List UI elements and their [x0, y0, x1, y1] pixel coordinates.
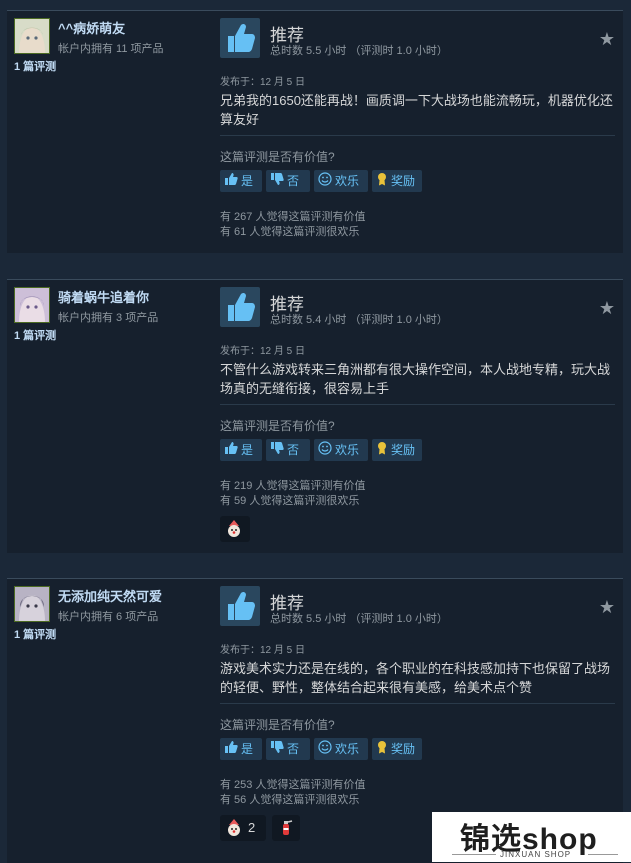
vote-no-button[interactable]: 否	[266, 170, 310, 192]
vote-no-label: 否	[287, 443, 300, 457]
helpful-question: 这篇评测是否有价值?	[220, 718, 335, 732]
award-ribbon-icon	[376, 171, 388, 193]
thumbs-up-icon	[220, 18, 260, 58]
vote-yes-button[interactable]: 是	[220, 439, 262, 461]
award-badge[interactable]	[272, 815, 300, 841]
award-badge[interactable]: 2	[220, 815, 266, 841]
helpful-count: 有 219 人觉得这篇评测有价值	[220, 480, 366, 492]
vote-funny-label: 欢乐	[335, 443, 360, 457]
vote-no-button[interactable]: 否	[266, 738, 310, 760]
playtime: 总时数 5.5 小时 （评测时 1.0 小时）	[270, 45, 448, 57]
products-owned: 帐户内拥有 6 项产品	[58, 611, 159, 623]
vote-funny-button[interactable]: 欢乐	[314, 170, 368, 192]
reviewer-name[interactable]: 骑着蜗牛追着你	[58, 287, 149, 306]
award-button[interactable]: 奖励	[372, 738, 422, 760]
review-card: 骑着蜗牛追着你 帐户内拥有 3 项产品 1 篇评测 推荐 总时数 5.4 小时 …	[7, 279, 623, 553]
award-button[interactable]: 奖励	[372, 439, 422, 461]
helpful-question: 这篇评测是否有价值?	[220, 419, 335, 433]
review-count[interactable]: 1 篇评测	[14, 626, 56, 642]
vote-yes-label: 是	[241, 174, 254, 188]
review-text: 不管什么游戏转来三角洲都有很大操作空间，本人战地专精，玩大战场真的无缝衔接，很容…	[220, 362, 611, 396]
helpful-count: 有 267 人觉得这篇评测有价值	[220, 211, 366, 223]
thumbs-up-icon	[220, 287, 260, 327]
award-label: 奖励	[391, 174, 416, 188]
smiley-icon	[318, 739, 332, 761]
vote-no-button[interactable]: 否	[266, 439, 310, 461]
smiley-icon	[318, 171, 332, 193]
award-button[interactable]: 奖励	[372, 170, 422, 192]
star-icon[interactable]: ★	[599, 598, 615, 616]
avatar[interactable]	[14, 287, 50, 323]
review-text: 游戏美术实力还是在线的，各个职业的在科技感加持下也保留了战场的轻便、野性，整体结…	[220, 661, 611, 695]
star-icon[interactable]: ★	[599, 30, 615, 48]
reviewer-name[interactable]: ^^病娇萌友	[58, 18, 125, 37]
shop-watermark: 锦选shop JINXUAN SHOP	[432, 812, 631, 862]
vote-counts: 有 253 人觉得这篇评测有价值 有 56 人觉得这篇评测很欢乐	[220, 778, 365, 808]
vote-no-label: 否	[287, 742, 300, 756]
thumbs-up-icon	[224, 171, 238, 193]
posted-date: 发布于：12 月 5 日	[220, 346, 306, 357]
playtime: 总时数 5.5 小时 （评测时 1.0 小时）	[270, 613, 448, 625]
avatar[interactable]	[14, 586, 50, 622]
products-owned: 帐户内拥有 11 项产品	[58, 43, 164, 55]
award-count: 2	[248, 820, 256, 835]
thumbs-up-icon	[220, 586, 260, 626]
clown-award-icon	[224, 819, 244, 836]
vote-funny-label: 欢乐	[335, 174, 360, 188]
divider	[220, 404, 615, 405]
award-label: 奖励	[391, 443, 416, 457]
playtime: 总时数 5.4 小时 （评测时 1.0 小时）	[270, 314, 448, 326]
review-card: ^^病娇萌友 帐户内拥有 11 项产品 1 篇评测 推荐 总时数 5.5 小时 …	[7, 10, 623, 253]
vote-funny-button[interactable]: 欢乐	[314, 738, 368, 760]
thumbs-up-icon	[224, 440, 238, 462]
thumbs-up-icon	[224, 739, 238, 761]
vote-counts: 有 219 人觉得这篇评测有价值 有 59 人觉得这篇评测很欢乐	[220, 479, 365, 509]
posted-date: 发布于：12 月 5 日	[220, 645, 306, 656]
avatar[interactable]	[14, 18, 50, 54]
award-label: 奖励	[391, 742, 416, 756]
divider	[452, 854, 496, 855]
review-count[interactable]: 1 篇评测	[14, 58, 56, 74]
reviewer-name[interactable]: 无添加纯天然可爱	[58, 586, 162, 605]
funny-count: 有 61 人觉得这篇评测很欢乐	[220, 226, 360, 238]
thumbs-down-icon	[270, 171, 284, 193]
award-badge[interactable]	[220, 516, 250, 542]
review-text: 兄弟我的1650还能再战！画质调一下大战场也能流畅玩，机器优化还算友好	[220, 93, 613, 127]
divider	[220, 703, 615, 704]
vote-counts: 有 267 人觉得这篇评测有价值 有 61 人觉得这篇评测很欢乐	[220, 210, 365, 240]
vote-yes-button[interactable]: 是	[220, 170, 262, 192]
review-content: 推荐 总时数 5.4 小时 （评测时 1.0 小时） ★ 发布于：12 月 5 …	[220, 280, 623, 553]
award-ribbon-icon	[376, 739, 388, 761]
smiley-icon	[318, 440, 332, 462]
thumbs-down-icon	[270, 739, 284, 761]
fire-extinguisher-award-icon	[276, 819, 296, 836]
clown-award-icon	[224, 519, 244, 537]
vote-funny-label: 欢乐	[335, 742, 360, 756]
helpful-question: 这篇评测是否有价值?	[220, 150, 335, 164]
vote-yes-label: 是	[241, 742, 254, 756]
watermark-subtitle: JINXUAN SHOP	[500, 850, 572, 859]
vote-yes-label: 是	[241, 443, 254, 457]
review-content: 推荐 总时数 5.5 小时 （评测时 1.0 小时） ★ 发布于：12 月 5 …	[220, 11, 623, 253]
divider	[220, 135, 615, 136]
star-icon[interactable]: ★	[599, 299, 615, 317]
posted-date: 发布于：12 月 5 日	[220, 77, 306, 88]
funny-count: 有 56 人觉得这篇评测很欢乐	[220, 794, 360, 806]
vote-no-label: 否	[287, 174, 300, 188]
vote-yes-button[interactable]: 是	[220, 738, 262, 760]
review-count[interactable]: 1 篇评测	[14, 327, 56, 343]
products-owned: 帐户内拥有 3 项产品	[58, 312, 159, 324]
award-ribbon-icon	[376, 440, 388, 462]
vote-funny-button[interactable]: 欢乐	[314, 439, 368, 461]
funny-count: 有 59 人觉得这篇评测很欢乐	[220, 495, 360, 507]
divider	[588, 854, 618, 855]
thumbs-down-icon	[270, 440, 284, 462]
helpful-count: 有 253 人觉得这篇评测有价值	[220, 779, 366, 791]
